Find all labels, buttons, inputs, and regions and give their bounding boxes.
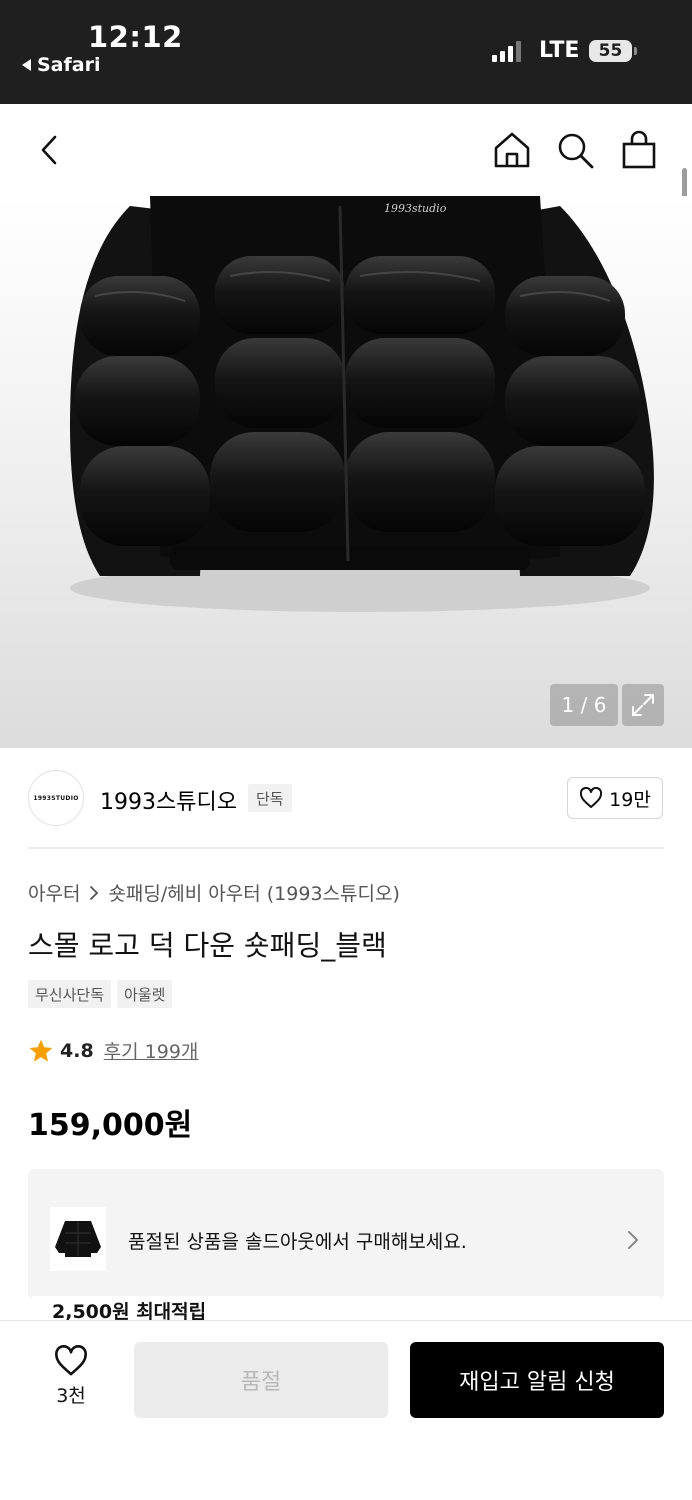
jacket-logo: 1993studio <box>384 202 447 215</box>
image-counter: 1 / 6 <box>550 684 618 726</box>
review-link[interactable]: 후기 199개 <box>104 1037 199 1064</box>
signal-icon <box>492 40 521 62</box>
soldout-promo-card[interactable]: 품절된 상품을 솔드아웃에서 구매해보세요. <box>28 1169 664 1299</box>
heart-icon <box>55 1345 87 1376</box>
status-time: 12:12 <box>88 20 183 54</box>
rating: 4.8 후기 199개 <box>28 1037 198 1064</box>
promo-text: 품절된 상품을 솔드아웃에서 구매해보세요. <box>128 1231 467 1253</box>
product-title: 스몰 로고 덕 다운 숏패딩_블랙 <box>28 929 387 962</box>
back-arrow-icon[interactable] <box>28 128 72 172</box>
brand-name[interactable]: 1993스튜디오 <box>100 784 237 816</box>
brand-like-button[interactable]: 19만 <box>567 777 663 819</box>
price: 159,000원 <box>28 1108 193 1143</box>
promo-thumbnail <box>50 1207 106 1271</box>
rating-score: 4.8 <box>60 1039 94 1062</box>
battery-level: 55 <box>598 41 623 61</box>
brand-logo[interactable]: 1993STUDIO <box>28 770 84 826</box>
breadcrumb-category[interactable]: 아우터 <box>28 879 80 906</box>
puffer-jacket-image: 1993studio <box>70 196 654 612</box>
top-nav <box>0 104 692 196</box>
home-icon[interactable] <box>490 128 534 172</box>
heart-icon <box>580 787 603 808</box>
breadcrumb: 아우터 숏패딩/헤비 아우터 (1993스튜디오) <box>28 879 400 906</box>
brand-logo-text: 1993STUDIO <box>33 794 79 802</box>
exclusive-badge: 단독 <box>248 784 292 812</box>
divider <box>28 847 664 849</box>
product-like-button[interactable]: 3천 <box>40 1345 102 1415</box>
breadcrumb-subcategory[interactable]: 숏패딩/헤비 아우터 (1993스튜디오) <box>108 879 399 906</box>
tag-outlet: 아울렛 <box>117 980 173 1008</box>
chevron-right-icon <box>90 885 99 900</box>
shopping-bag-icon[interactable] <box>617 128 661 172</box>
expand-icon[interactable] <box>622 684 664 726</box>
return-to-safari[interactable]: Safari <box>22 54 100 76</box>
back-triangle-icon <box>22 59 31 71</box>
search-icon[interactable] <box>553 128 597 172</box>
restock-alert-button[interactable]: 재입고 알림 신청 <box>410 1342 664 1418</box>
soldout-button[interactable]: 품절 <box>134 1342 388 1418</box>
chevron-right-icon <box>626 1229 640 1255</box>
network-label: LTE <box>539 38 580 63</box>
product-image[interactable]: 1993studio <box>0 196 692 748</box>
return-app-label: Safari <box>37 54 101 76</box>
battery-icon: 55 <box>589 40 637 62</box>
star-icon <box>29 1039 53 1062</box>
product-tags: 무신사단독 아울렛 <box>28 980 173 1008</box>
tag-exclusive: 무신사단독 <box>28 980 112 1008</box>
brand-like-count: 19만 <box>609 788 651 811</box>
status-bar: 12:12 Safari LTE 55 <box>0 0 692 104</box>
product-like-count: 3천 <box>56 1385 86 1407</box>
